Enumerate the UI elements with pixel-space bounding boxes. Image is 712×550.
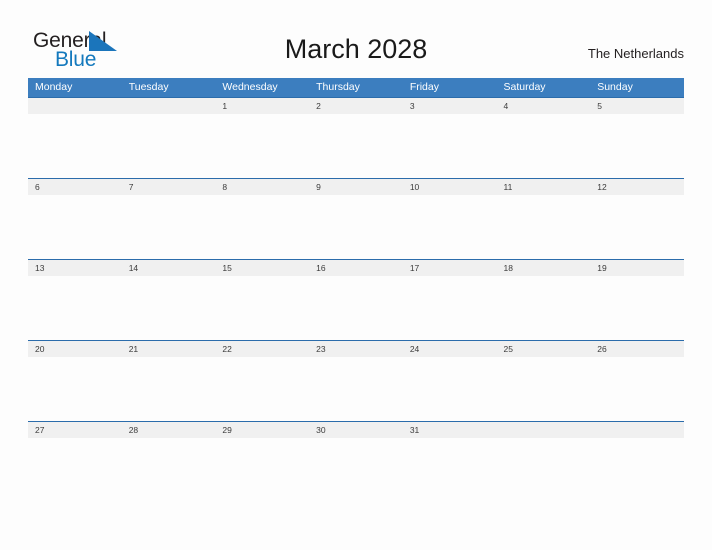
week-row: 27 28 29 30 31 [28,421,684,502]
calendar-page: General Blue March 2028 The Netherlands … [0,0,712,550]
day-cell[interactable]: 25 [497,341,591,357]
calendar-grid: Monday Tuesday Wednesday Thursday Friday… [28,78,684,502]
day-cell[interactable]: 4 [497,98,591,114]
day-cell[interactable]: 3 [403,98,497,114]
week-date-band: 20 21 22 23 24 25 26 [28,341,684,357]
weekday-header-saturday: Saturday [503,81,546,93]
day-cell[interactable]: 15 [215,260,309,276]
day-cell[interactable]: 31 [403,422,497,438]
week-date-band: 1 2 3 4 5 [28,98,684,114]
day-cell[interactable]: 18 [497,260,591,276]
day-cell[interactable]: 30 [309,422,403,438]
weekday-header-sunday: Sunday [597,81,633,93]
day-cell[interactable]: 29 [215,422,309,438]
day-cell[interactable]: 20 [28,341,122,357]
day-cell[interactable]: 11 [497,179,591,195]
day-cell[interactable]: 7 [122,179,216,195]
day-cell[interactable]: 8 [215,179,309,195]
week-row: 13 14 15 16 17 18 19 [28,259,684,340]
week-notes-area[interactable] [28,195,684,259]
day-cell[interactable]: 13 [28,260,122,276]
day-cell[interactable]: 28 [122,422,216,438]
week-notes-area[interactable] [28,276,684,340]
week-notes-area[interactable] [28,114,684,178]
day-cell[interactable]: 19 [590,260,684,276]
week-date-band: 27 28 29 30 31 [28,422,684,438]
day-cell[interactable] [497,422,591,438]
day-cell[interactable]: 24 [403,341,497,357]
day-cell[interactable]: 17 [403,260,497,276]
week-date-band: 6 7 8 9 10 11 12 [28,179,684,195]
week-row: 20 21 22 23 24 25 26 [28,340,684,421]
weekday-header-friday: Friday [409,81,439,93]
day-cell[interactable]: 14 [122,260,216,276]
day-cell[interactable] [590,422,684,438]
day-cell[interactable]: 23 [309,341,403,357]
day-cell[interactable]: 26 [590,341,684,357]
day-cell[interactable] [122,98,216,114]
weekday-header-wednesday: Wednesday [222,81,278,93]
day-cell[interactable]: 5 [590,98,684,114]
week-date-band: 13 14 15 16 17 18 19 [28,260,684,276]
day-cell[interactable]: 10 [403,179,497,195]
week-notes-area[interactable] [28,438,684,502]
day-cell[interactable]: 2 [309,98,403,114]
day-cell[interactable]: 27 [28,422,122,438]
day-cell[interactable] [28,98,122,114]
page-header: General Blue March 2028 The Netherlands [0,0,712,78]
week-notes-area[interactable] [28,357,684,421]
weekday-header-thursday: Thursday [316,81,360,93]
region-label: The Netherlands [587,46,684,61]
week-row: 6 7 8 9 10 11 12 [28,178,684,259]
day-cell[interactable]: 22 [215,341,309,357]
day-cell[interactable]: 6 [28,179,122,195]
day-cell[interactable]: 12 [590,179,684,195]
weekday-header-row: Monday Tuesday Wednesday Thursday Friday… [28,78,684,97]
day-cell[interactable]: 16 [309,260,403,276]
day-cell[interactable]: 9 [309,179,403,195]
day-cell[interactable]: 21 [122,341,216,357]
weekday-header-tuesday: Tuesday [128,81,169,93]
week-row: 1 2 3 4 5 [28,97,684,178]
day-cell[interactable]: 1 [215,98,309,114]
weekday-header-monday: Monday [35,81,73,93]
